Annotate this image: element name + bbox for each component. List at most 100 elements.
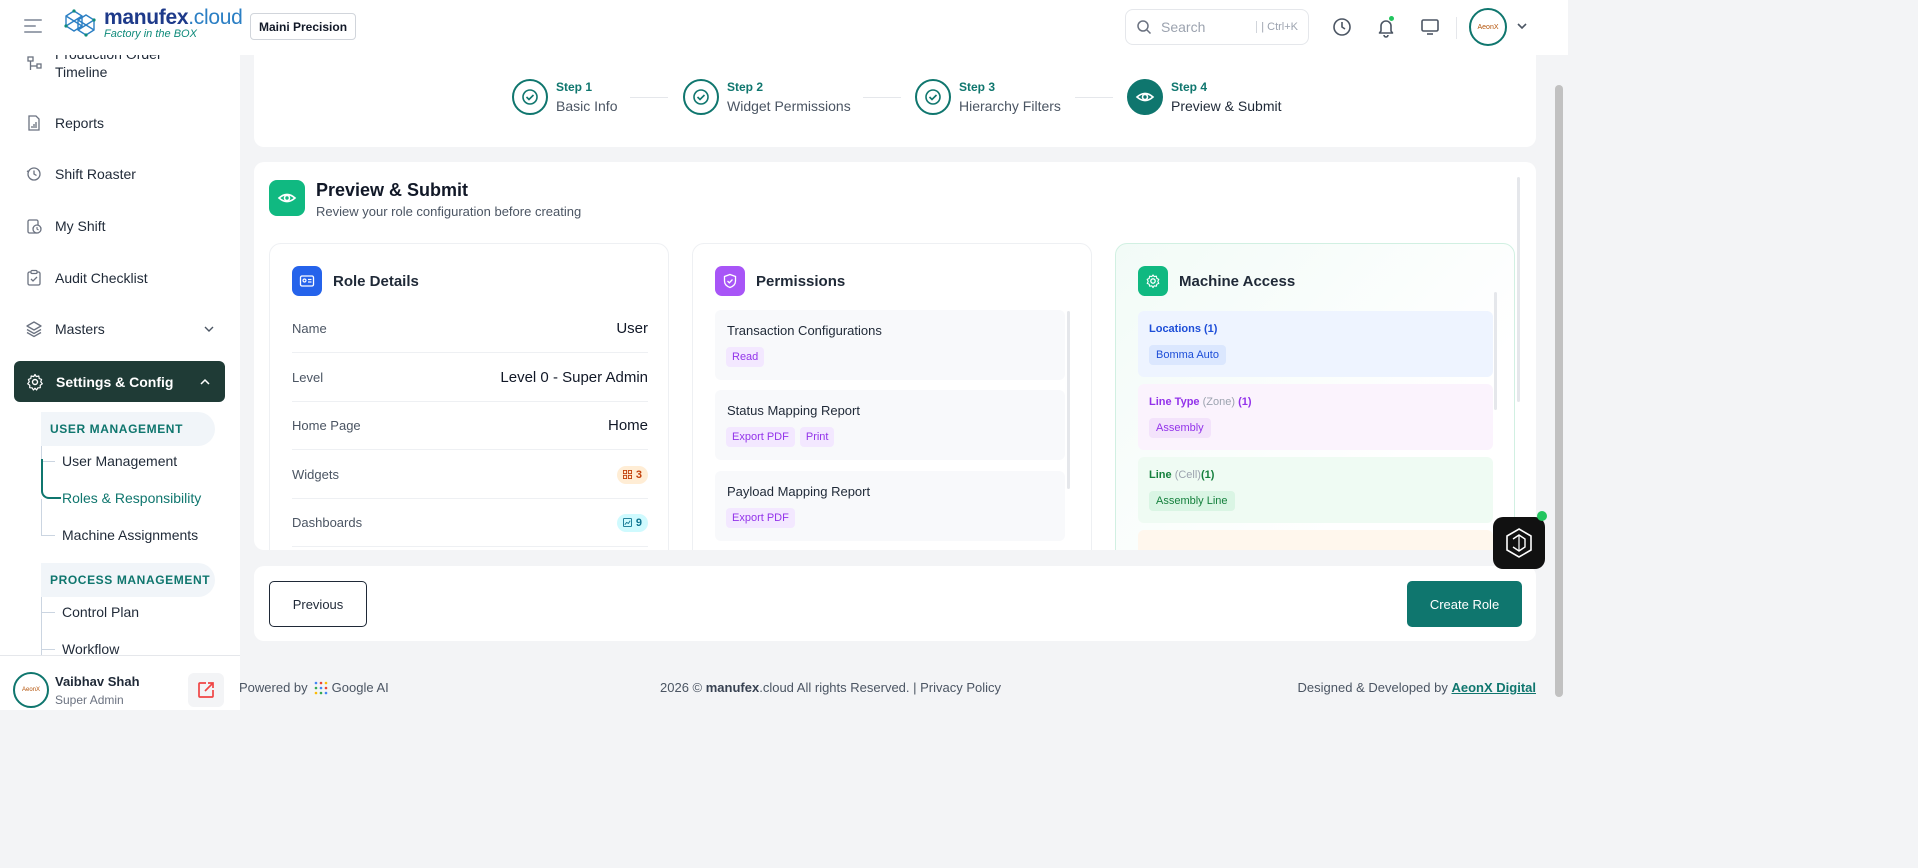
step-3[interactable]: Step 3 Hierarchy Filters bbox=[915, 79, 1061, 115]
search-shortcut: | Ctrl+K bbox=[1256, 21, 1298, 33]
permission-tag: Export PDF bbox=[726, 427, 795, 447]
timeline-icon bbox=[27, 56, 42, 70]
machine-access-group: Line (Cell)(1) Assembly Line bbox=[1138, 457, 1493, 523]
sidebar-item-settings-config[interactable]: Settings & Config bbox=[14, 361, 225, 402]
previous-button[interactable]: Previous bbox=[269, 581, 367, 627]
permission-name: Transaction Configurations bbox=[727, 323, 882, 338]
section-label-process-management: PROCESS MANAGEMENT bbox=[41, 563, 215, 597]
aeonx-link[interactable]: AeonX Digital bbox=[1451, 680, 1536, 695]
sidebar-subitem-control-plan[interactable]: Control Plan bbox=[62, 604, 139, 620]
sidebar-item-label: My Shift bbox=[55, 218, 106, 234]
scrollbar[interactable] bbox=[1517, 177, 1520, 402]
cog-icon bbox=[1138, 266, 1168, 296]
tree-connector bbox=[41, 535, 55, 536]
tree-connector bbox=[41, 499, 42, 535]
step-connector bbox=[630, 97, 668, 98]
layers-icon bbox=[26, 321, 42, 338]
copyright-suffix[interactable]: .cloud All rights Reserved. | Privacy Po… bbox=[759, 680, 1001, 695]
group-label-text: Line bbox=[1149, 469, 1172, 481]
search-input[interactable]: Search | Ctrl+K bbox=[1125, 9, 1309, 45]
detail-value: User bbox=[616, 320, 648, 337]
designed-by-label: Designed & Developed by bbox=[1297, 680, 1448, 695]
stepper: Step 1 Basic Info Step 2 Widget Permission… bbox=[254, 55, 1536, 147]
panel-title: Machine Access bbox=[1179, 272, 1296, 290]
monitor-icon[interactable] bbox=[1419, 16, 1441, 38]
permission-name: Payload Mapping Report bbox=[727, 484, 871, 499]
step-check-icon bbox=[683, 79, 719, 115]
assistant-button[interactable] bbox=[1493, 517, 1545, 569]
step-1[interactable]: Step 1 Basic Info bbox=[512, 79, 617, 115]
machine-access-group: Line Type (Zone) (1) Assembly bbox=[1138, 384, 1493, 450]
detail-value: Home bbox=[607, 417, 648, 434]
search-icon bbox=[1137, 20, 1152, 35]
sidebar-item-label: Shift Roaster bbox=[55, 166, 136, 182]
chevron-down-icon[interactable] bbox=[1515, 19, 1529, 33]
tree-connector bbox=[41, 597, 42, 657]
designed-by: Designed & Developed by AeonX Digital bbox=[1298, 680, 1536, 695]
checklist-icon bbox=[27, 269, 41, 286]
sidebar-item-audit-checklist[interactable]: Audit Checklist bbox=[25, 269, 148, 287]
sidebar-item-shift-roaster[interactable]: Shift Roaster bbox=[25, 165, 136, 183]
gear-icon bbox=[27, 373, 43, 391]
group-label-text: Line Type bbox=[1149, 396, 1200, 408]
shift-icon bbox=[26, 167, 41, 181]
action-bar: Previous Create Role bbox=[254, 566, 1536, 641]
step-connector bbox=[1075, 97, 1113, 98]
group-label: Line Type (Zone) (1) bbox=[1149, 396, 1252, 408]
id-card-icon bbox=[292, 266, 322, 296]
menu-icon[interactable] bbox=[24, 19, 42, 33]
chevron-up-icon[interactable] bbox=[199, 376, 211, 388]
step-connector bbox=[863, 97, 901, 98]
sidebar-item-production-order-timeline[interactable]: Production Order Timeline bbox=[25, 55, 185, 81]
machine-tag: Bomma Auto bbox=[1149, 345, 1226, 365]
avatar[interactable]: AeonX bbox=[13, 672, 49, 708]
step-2[interactable]: Step 2 Widget Permissions bbox=[683, 79, 851, 115]
detail-label: Name bbox=[292, 321, 327, 336]
sidebar-item-label: Production Order Timeline bbox=[55, 55, 162, 80]
page-scrollbar[interactable] bbox=[1555, 85, 1563, 697]
machine-access-panel: Machine Access Locations (1) Bomma Auto … bbox=[1115, 243, 1515, 550]
create-role-button[interactable]: Create Role bbox=[1407, 581, 1522, 627]
detail-label: Level bbox=[292, 370, 324, 385]
top-header: manufex.cloud Factory in the BOX Maini P… bbox=[0, 0, 1568, 55]
history-icon[interactable] bbox=[1331, 16, 1353, 38]
dashboard-icon bbox=[622, 518, 632, 527]
machine-tag: Assembly bbox=[1149, 418, 1211, 438]
report-icon bbox=[28, 115, 40, 131]
permission-tag: Print bbox=[799, 427, 835, 447]
header-divider bbox=[1456, 17, 1457, 39]
tree-connector bbox=[41, 649, 55, 650]
sidebar: Production Order Timeline Reports Shift … bbox=[0, 55, 240, 710]
sidebar-subitem-machine-assignments[interactable]: Machine Assignments bbox=[62, 527, 198, 543]
tree-connector-active bbox=[41, 459, 61, 499]
step-4[interactable]: Step 4 Preview & Submit bbox=[1127, 79, 1281, 115]
logout-button[interactable] bbox=[188, 673, 224, 707]
sidebar-active-label: Settings & Config bbox=[56, 373, 174, 390]
scrollbar[interactable] bbox=[1494, 292, 1497, 410]
brand-logo[interactable]: manufex.cloud Factory in the BOX bbox=[60, 6, 243, 40]
sidebar-item-masters[interactable]: Masters bbox=[25, 320, 215, 338]
user-avatar[interactable]: AeonX bbox=[1469, 8, 1507, 46]
detail-row-level: Level Level 0 - Super Admin bbox=[292, 354, 648, 402]
detail-row-dashboards: Dashboards 9 bbox=[292, 499, 648, 547]
sidebar-subitem-user-management[interactable]: User Management bbox=[62, 453, 177, 469]
role-details-panel: Role Details Name User Level Level 0 - Sup… bbox=[269, 243, 669, 550]
badge-count: 9 bbox=[635, 516, 642, 529]
sidebar-item-my-shift[interactable]: My Shift bbox=[25, 217, 106, 235]
permission-tag: Read bbox=[726, 347, 765, 367]
external-link-icon bbox=[198, 682, 214, 698]
sidebar-item-reports[interactable]: Reports bbox=[25, 114, 104, 132]
panel-title: Role Details bbox=[333, 272, 419, 290]
google-ai-icon bbox=[314, 681, 327, 694]
brand-tagline: Factory in the BOX bbox=[104, 28, 197, 40]
company-selector[interactable]: Maini Precision bbox=[250, 13, 357, 40]
scrollbar[interactable] bbox=[1067, 311, 1070, 489]
copyright-brand: manufex bbox=[705, 680, 760, 695]
copyright-prefix: 2026 © bbox=[660, 680, 703, 695]
badge-count: 3 bbox=[635, 468, 642, 481]
brand-name: manufex bbox=[104, 6, 189, 29]
sidebar-subitem-roles-responsibility[interactable]: Roles & Responsibility bbox=[62, 490, 201, 506]
step-name: Hierarchy Filters bbox=[959, 98, 1061, 114]
powered-by-label: Powered by bbox=[239, 680, 308, 695]
step-name: Basic Info bbox=[556, 98, 618, 114]
